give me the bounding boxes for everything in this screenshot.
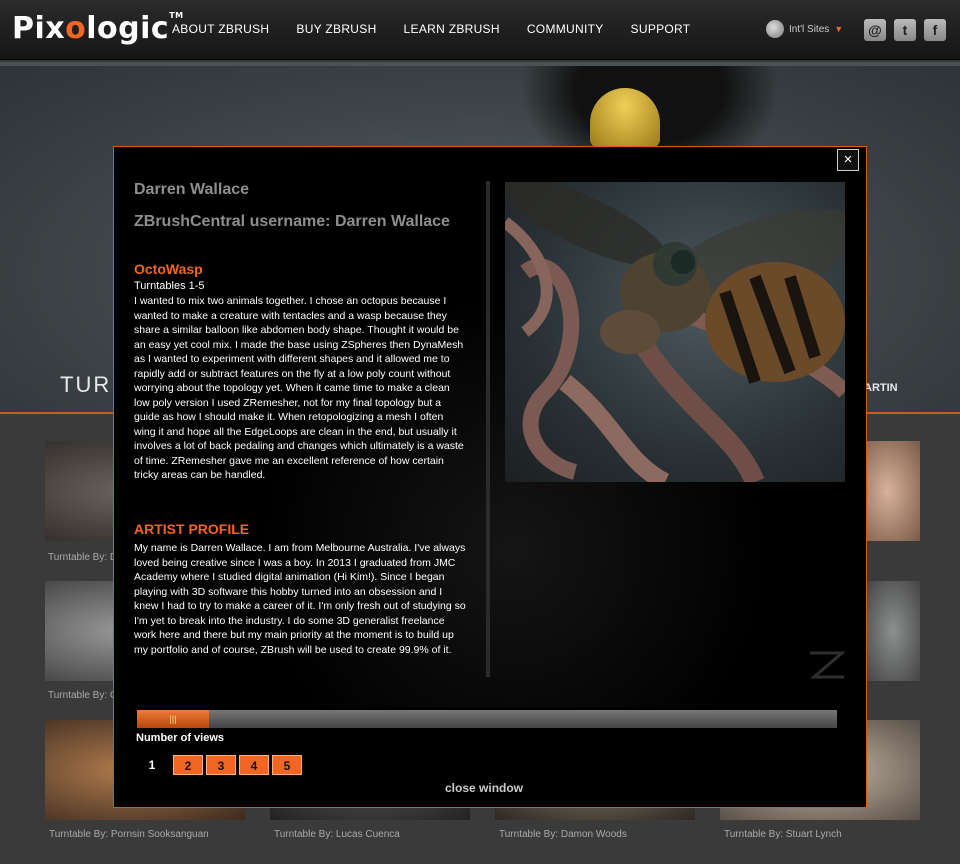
nav-about-zbrush[interactable]: ABOUT ZBRUSH — [172, 22, 269, 36]
view-page-4[interactable]: 4 — [239, 755, 269, 775]
gallery-caption: Turntable By: D — [48, 552, 118, 563]
view-page-5[interactable]: 5 — [272, 755, 302, 775]
main-nav: ABOUT ZBRUSH BUY ZBRUSH LEARN ZBRUSH COM… — [172, 22, 690, 36]
intl-sites-label: Int'l Sites — [789, 23, 830, 35]
gallery-thumb[interactable] — [866, 441, 920, 541]
view-page-3[interactable]: 3 — [206, 755, 236, 775]
globe-icon — [766, 20, 784, 38]
artist-name: Darren Wallace — [134, 181, 250, 198]
email-icon[interactable]: @ — [864, 19, 886, 41]
gallery-thumb[interactable] — [866, 581, 920, 681]
turntable-scrubber-track[interactable] — [137, 710, 837, 728]
gallery-caption: Turntable By: Damon Woods — [499, 829, 627, 840]
gallery-caption: Turntable By: C — [48, 690, 118, 701]
nav-community[interactable]: COMMUNITY — [527, 22, 604, 36]
logo-text-o: o — [65, 11, 87, 46]
zbrush-watermark-icon — [809, 651, 847, 679]
artist-profile-heading: ARTIST PROFILE — [134, 521, 250, 537]
artist-profile-text: My name is Darren Wallace. I am from Mel… — [134, 542, 466, 656]
gallery-caption: Turntable By: Lucas Cuenca — [274, 829, 400, 840]
gallery-caption: Turntable By: Stuart Lynch — [724, 829, 842, 840]
view-pagination: 1 2 3 4 5 — [142, 755, 302, 775]
nav-buy-zbrush[interactable]: BUY ZBRUSH — [296, 22, 376, 36]
twitter-icon[interactable]: t — [894, 19, 916, 41]
views-label: Number of views — [136, 732, 225, 744]
octowasp-render — [505, 182, 845, 482]
view-page-2[interactable]: 2 — [173, 755, 203, 775]
intl-sites-dropdown[interactable]: Int'l Sites ▼ — [766, 20, 843, 38]
project-description: I wanted to mix two animals together. I … — [134, 295, 464, 481]
top-nav-bar: PixologicTM ABOUT ZBRUSH BUY ZBRUSH LEAR… — [0, 0, 960, 60]
turntable-preview-image[interactable] — [505, 182, 845, 482]
turntable-modal: × Darren Wallace ZBrushCentral username:… — [113, 146, 868, 808]
nav-learn-zbrush[interactable]: LEARN ZBRUSH — [404, 22, 500, 36]
column-divider — [486, 181, 490, 677]
turntable-scrubber-handle[interactable]: ||| — [137, 710, 209, 728]
project-title: OctoWasp — [134, 261, 203, 277]
hero-right-label: ARTIN — [864, 382, 898, 394]
nav-support[interactable]: SUPPORT — [631, 22, 691, 36]
logo-text-start: Pix — [12, 11, 66, 46]
pixologic-logo[interactable]: PixologicTM — [12, 11, 184, 46]
facebook-icon[interactable]: f — [924, 19, 946, 41]
close-icon[interactable]: × — [837, 149, 859, 171]
dropdown-arrow-icon: ▼ — [834, 24, 844, 34]
project-subtitle: Turntables 1-5 — [134, 280, 205, 292]
artist-username: ZBrushCentral username: Darren Wallace — [134, 213, 450, 230]
close-window-link[interactable]: close window — [445, 781, 523, 795]
logo-text-end: logic — [86, 11, 170, 46]
gallery-caption: Turntable By: Pornsin Sooksanguan — [49, 829, 209, 840]
view-page-current: 1 — [148, 758, 156, 772]
logo-trademark: TM — [169, 11, 184, 20]
